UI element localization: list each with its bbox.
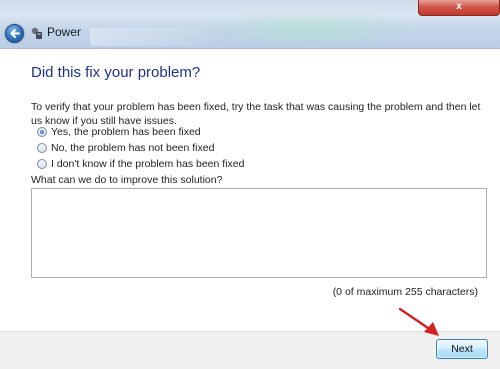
radio-button[interactable] xyxy=(37,159,47,169)
back-arrow-icon xyxy=(10,29,20,38)
option-dont-know[interactable]: I don't know if the problem has been fix… xyxy=(37,157,244,171)
character-count: (0 of maximum 255 characters) xyxy=(332,286,478,298)
close-button[interactable]: x xyxy=(418,0,500,16)
title-bar: Power x xyxy=(0,0,500,49)
next-button[interactable]: Next xyxy=(436,339,488,359)
red-arrow-annotation-icon xyxy=(398,307,439,336)
radio-button[interactable] xyxy=(37,143,47,153)
option-label[interactable]: I don't know if the problem has been fix… xyxy=(51,158,244,170)
improve-feedback-textarea[interactable] xyxy=(31,188,487,278)
instructions-text: To verify that your problem has been fix… xyxy=(31,101,481,127)
page-title: Did this fix your problem? xyxy=(31,64,201,81)
back-button[interactable] xyxy=(5,24,24,43)
option-label[interactable]: Yes, the problem has been fixed xyxy=(51,126,201,138)
option-label[interactable]: No, the problem has not been fixed xyxy=(51,142,214,154)
improve-label: What can we do to improve this solution? xyxy=(31,174,223,186)
title-bar-background-detail xyxy=(90,28,230,46)
radio-button-checked[interactable] xyxy=(37,127,47,137)
window-title: Power xyxy=(47,25,82,39)
option-yes-fixed[interactable]: Yes, the problem has been fixed xyxy=(37,125,201,139)
troubleshooter-icon xyxy=(31,27,42,39)
glass-sheen xyxy=(200,10,420,48)
option-not-fixed[interactable]: No, the problem has not been fixed xyxy=(37,141,214,155)
close-icon: x xyxy=(456,1,462,12)
